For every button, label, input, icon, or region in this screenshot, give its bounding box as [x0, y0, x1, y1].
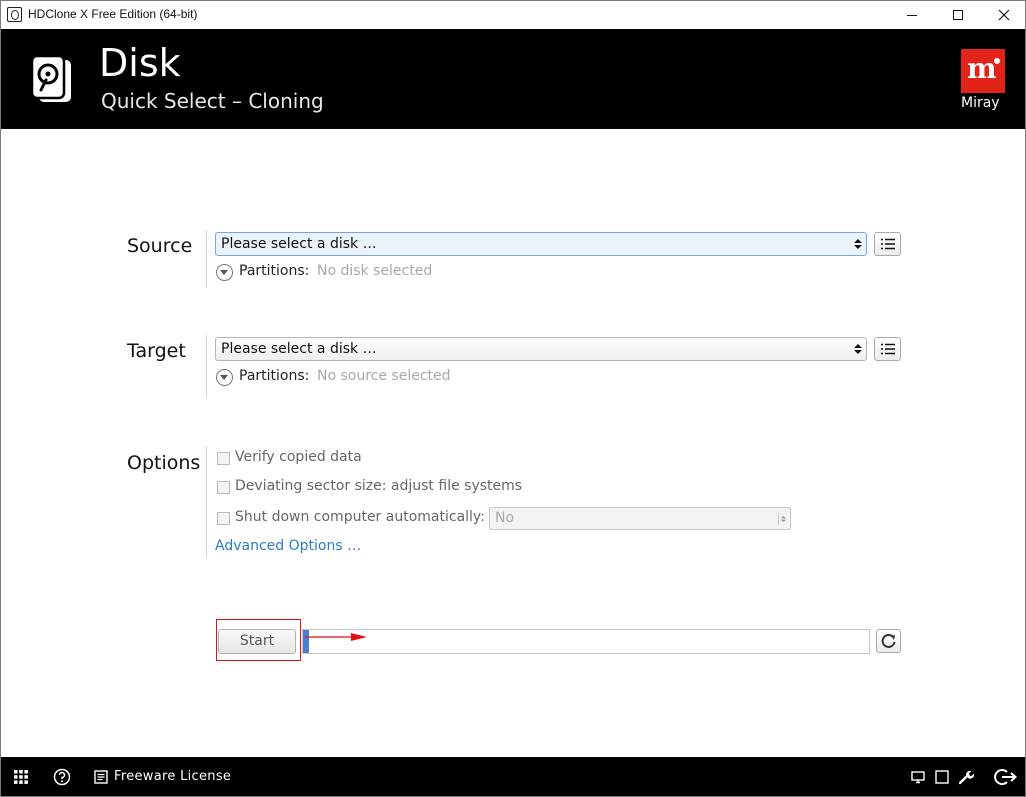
refresh-button[interactable] [876, 629, 901, 653]
partitions-label: Partitions: [239, 263, 310, 279]
help-icon [53, 768, 71, 785]
window-button[interactable] [935, 757, 949, 796]
exit-button[interactable] [994, 757, 1018, 796]
source-disk-select[interactable]: Please select a disk … [215, 232, 867, 256]
window-icon [935, 769, 949, 784]
page-title: Disk [99, 41, 181, 85]
sector-size-checkbox[interactable] [217, 481, 230, 494]
annotation-arrow [305, 633, 367, 641]
source-label: Source [127, 235, 193, 257]
list-icon [881, 238, 895, 250]
expand-icon [216, 369, 233, 386]
target-list-button[interactable] [874, 337, 901, 361]
wrench-icon [958, 770, 974, 784]
minimize-button[interactable] [889, 1, 935, 29]
page-subtitle: Quick Select – Cloning [101, 89, 324, 113]
option-label: Deviating sector size: adjust file syste… [235, 478, 523, 494]
options-label: Options [127, 452, 201, 474]
close-button[interactable] [981, 1, 1026, 29]
partitions-value: No source selected [317, 368, 451, 384]
section-divider [206, 446, 207, 558]
verify-option[interactable]: Verify copied data [217, 449, 517, 469]
advanced-options-link[interactable]: Advanced Options … [215, 538, 361, 554]
minimize-icon [907, 14, 917, 16]
target-label: Target [127, 340, 186, 362]
section-divider [206, 230, 207, 288]
exit-icon [994, 768, 1018, 785]
monitor-button[interactable] [911, 757, 925, 796]
section-divider [206, 335, 207, 398]
shutdown-select[interactable]: No [489, 507, 791, 530]
license-icon [94, 769, 108, 784]
tools-button[interactable] [958, 757, 974, 796]
window-title: HDClone X Free Edition (64-bit) [28, 7, 198, 21]
close-icon [998, 9, 1010, 21]
source-select-value: Please select a disk … [221, 236, 377, 252]
license-label: Freeware License [114, 769, 232, 784]
option-label: Verify copied data [235, 449, 362, 465]
target-partitions-toggle[interactable]: Partitions: No source selected [216, 367, 516, 387]
maximize-icon [953, 10, 963, 20]
app-icon [7, 7, 22, 22]
sector-size-option[interactable]: Deviating sector size: adjust file syste… [217, 478, 522, 498]
expand-icon [216, 264, 233, 281]
partitions-label: Partitions: [239, 368, 310, 384]
target-select-value: Please select a disk … [221, 341, 377, 357]
shutdown-checkbox[interactable] [217, 512, 230, 525]
option-label: Shut down computer automatically: [235, 509, 485, 525]
brand-logo: m [961, 49, 1005, 93]
monitor-icon [911, 770, 925, 783]
bottom-bar: Freeware License [1, 757, 1025, 796]
page-header: Disk Quick Select – Cloning m Miray [1, 29, 1025, 129]
chevron-down-icon [854, 344, 862, 354]
title-bar: HDClone X Free Edition (64-bit) [1, 1, 1025, 29]
progress-bar [302, 629, 870, 654]
verify-checkbox[interactable] [217, 452, 230, 465]
start-button[interactable]: Start [218, 629, 296, 654]
source-list-button[interactable] [874, 232, 901, 256]
brand-name: Miray [961, 95, 1000, 111]
app-window: HDClone X Free Edition (64-bit) Disk Qui… [0, 0, 1026, 797]
shutdown-option[interactable]: Shut down computer automatically: [217, 509, 485, 529]
chevron-down-icon [778, 513, 786, 525]
license-button[interactable]: Freeware License [94, 757, 231, 796]
refresh-icon [881, 633, 896, 648]
help-button[interactable] [53, 757, 71, 796]
target-disk-select[interactable]: Please select a disk … [215, 337, 867, 361]
maximize-button[interactable] [935, 1, 981, 29]
source-partitions-toggle[interactable]: Partitions: No disk selected [216, 262, 516, 282]
chevron-down-icon [854, 239, 862, 249]
list-icon [881, 343, 895, 355]
grid-icon [14, 769, 28, 784]
disk-icon [30, 54, 71, 102]
apps-button[interactable] [13, 757, 29, 796]
partitions-value: No disk selected [317, 263, 433, 279]
shutdown-select-value: No [495, 510, 515, 526]
